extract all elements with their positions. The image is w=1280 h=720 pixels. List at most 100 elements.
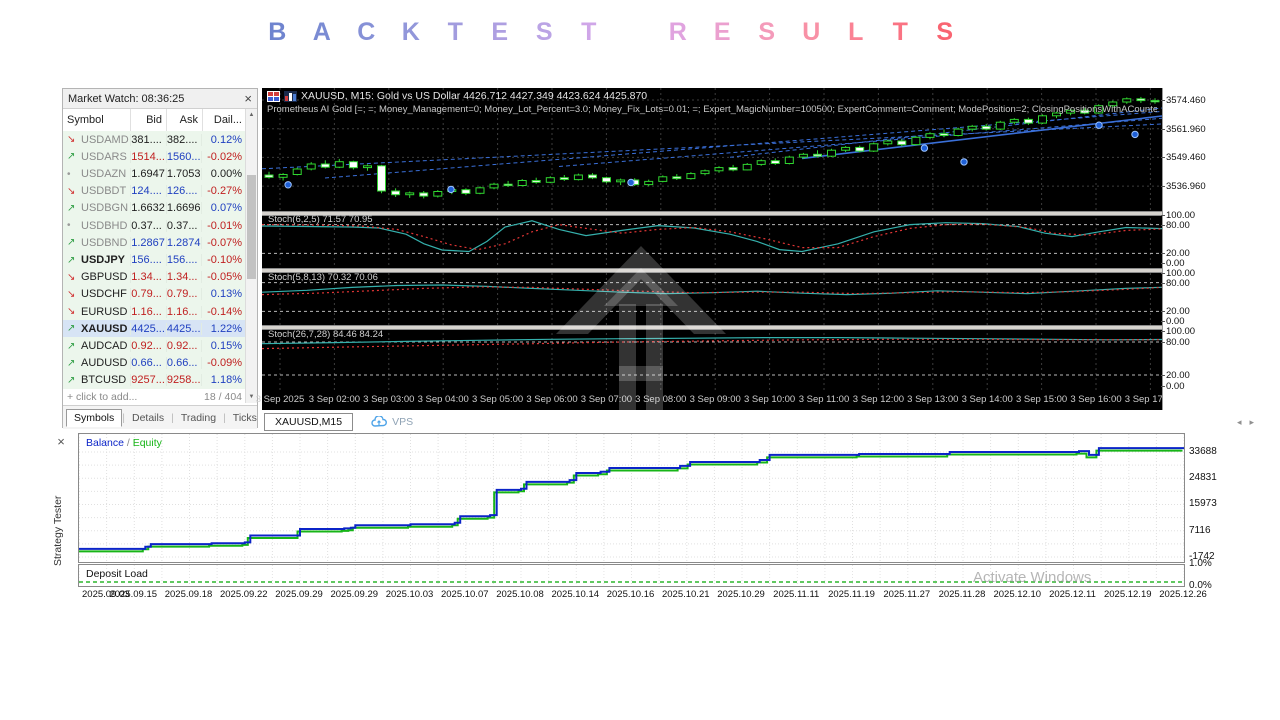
column-ask[interactable]: Ask [167, 109, 203, 131]
ask-cell: 1560... [165, 150, 201, 163]
table-row-usdbdt[interactable]: ↘ USDBDT 124.... 126.... -0.27% [63, 182, 246, 200]
title-letter: U [802, 18, 821, 46]
title-letter: T [581, 18, 597, 46]
tab-scroll-right-icon: ▸ [1249, 416, 1262, 427]
symbol-name: USDJPY [81, 254, 126, 267]
market-watch-scrollbar[interactable]: ▲ ▼ [245, 109, 257, 403]
bid-cell: 0.37... [130, 219, 166, 232]
title-letter: R [668, 18, 687, 46]
balance-chart: Balance / Equity [76, 433, 1185, 563]
symbol-name: AUDUSD [81, 357, 128, 370]
symbol-name: USDBHD [81, 219, 128, 232]
table-row-xauusd[interactable]: ↗ XAUUSD 4425... 4425... 1.22% [63, 320, 246, 338]
pane-separator[interactable] [262, 325, 1162, 330]
balance-canvas [76, 434, 1185, 562]
balance-axis-label: 15973 [1189, 498, 1217, 510]
market-watch-panel: Market Watch: 08:36:25 × Symbol Bid Ask … [62, 88, 258, 429]
page-title: BACKTESTRESULTS [255, 18, 967, 50]
bid-cell: 124.... [130, 185, 166, 198]
bid-cell: 0.66... [130, 357, 166, 370]
bid-cell: 9257... [130, 374, 165, 387]
title-letter: S [758, 18, 776, 46]
close-icon[interactable]: × [54, 435, 68, 449]
market-watch-title: Market Watch: 08:36:25 [68, 92, 185, 105]
mt5-backtest-screen: BACKTESTRESULTS Market Watch: 08:36:25 ×… [0, 0, 1280, 720]
vps-button[interactable]: VPS [371, 416, 413, 428]
date-axis: 2025.09.03 2025.09.15 2025.09.18 2025.09.22… [78, 589, 1238, 602]
ask-cell: 126.... [165, 185, 202, 198]
table-row-gbpusd[interactable]: ↘ GBPUSD 1.34... 1.34... -0.05% [63, 268, 246, 286]
time-axis[interactable]: 3 Sep 2025 3 Sep 02:00 3 Sep 03:00 3 Sep 04… [256, 390, 1176, 410]
table-row-usdars[interactable]: ↗ USDARS 1514... 1560... -0.02% [63, 148, 246, 166]
table-row-btcusd[interactable]: ↗ BTCUSD 9257... 9258... 1.18% [63, 371, 246, 390]
daily-change-cell: 0.07% [201, 202, 246, 215]
symbol-name: USDARS [81, 150, 127, 163]
deposit-load-label: Deposit Load [86, 568, 148, 580]
price-tick-label: 80.00 [1161, 277, 1190, 289]
click-to-add[interactable]: + click to add... [67, 391, 137, 403]
tab-ticks[interactable]: Ticks [226, 410, 264, 426]
ask-cell: 0.37... [165, 219, 202, 232]
flat-arrow-icon: • [67, 168, 71, 180]
price-tick-label: 3536.960 [1161, 181, 1206, 193]
table-row-usdazn[interactable]: • USDAZN 1.6947 1.7053 0.00% [63, 165, 246, 183]
table-row-usdbgn[interactable]: ↗ USDBGN 1.6632 1.6696 0.07% [63, 199, 246, 218]
scrollbar-thumb[interactable] [247, 175, 256, 279]
price-tick-label: 20.00 [1161, 370, 1190, 381]
chart-title-bar: XAUUSD, M15: Gold vs US Dollar 4426.712 … [267, 90, 647, 102]
symbol-name: USDBGN [81, 202, 129, 215]
pane-separator[interactable] [262, 211, 1162, 216]
column-daily[interactable]: Dail... [203, 109, 246, 131]
tab-symbols[interactable]: Symbols [66, 408, 123, 427]
strategy-tester-tab-strip: × Strategy Tester [52, 433, 71, 605]
title-letter: S [535, 18, 553, 46]
strategy-tester-vertical-tab[interactable]: Strategy Tester [52, 457, 71, 605]
price-tick-label: 3549.460 [1161, 152, 1206, 164]
tab-xauusd-m15[interactable]: XAUUSD,M15 [264, 413, 354, 431]
daily-change-cell: -0.10% [201, 254, 246, 267]
balance-legend: Balance / Equity [86, 437, 162, 449]
tab-trading[interactable]: Trading [174, 410, 223, 426]
table-row-usdjpy[interactable]: ↗ USDJPY 156.... 156.... -0.10% [63, 251, 246, 269]
market-watch-header: Market Watch: 08:36:25 × [63, 89, 257, 109]
bid-cell: 0.79... [130, 288, 166, 301]
title-letter: E [713, 18, 731, 46]
pane-separator[interactable] [262, 268, 1162, 273]
cloud-icon [371, 416, 388, 427]
chart-canvas [262, 88, 1162, 390]
bid-cell: 4425... [130, 322, 165, 335]
tab-scroll-arrows[interactable]: ◂▸ [1237, 417, 1262, 428]
down-arrow-icon: ↘ [67, 185, 76, 197]
daily-change-cell: 0.12% [201, 133, 246, 146]
table-row-usdamd[interactable]: ↘ USDAMD 381.... 382.... 0.12% [63, 131, 246, 149]
tab-details[interactable]: Details [125, 410, 171, 426]
ask-cell: 0.66... [165, 357, 202, 370]
chart-window[interactable]: XAUUSD, M15: Gold vs US Dollar 4426.712 … [256, 88, 1176, 410]
title-letter: E [491, 18, 509, 46]
column-bid[interactable]: Bid [131, 109, 167, 131]
market-watch-tabs: Symbols | Details | Trading | Ticks [63, 405, 257, 429]
scroll-up-icon[interactable]: ▲ [246, 109, 257, 121]
table-row-eurusd[interactable]: ↘ EURUSD 1.16... 1.16... -0.14% [63, 303, 246, 321]
ask-cell: 4425... [165, 322, 201, 335]
table-row-audcad[interactable]: ↗ AUDCAD 0.92... 0.92... 0.15% [63, 337, 246, 355]
column-symbol[interactable]: Symbol [63, 109, 131, 131]
table-row-audusd[interactable]: ↗ AUDUSD 0.66... 0.66... -0.09% [63, 354, 246, 372]
symbol-name: USDBDT [81, 185, 127, 198]
chart-icon [284, 90, 297, 102]
title-letter: A [312, 18, 331, 46]
symbol-name: EURUSD [81, 305, 128, 318]
ask-cell: 1.2874 [165, 236, 201, 249]
title-letter: C [357, 18, 376, 46]
table-row-usdbnd[interactable]: ↗ USDBND 1.2867 1.2874 -0.07% [63, 234, 246, 252]
vps-label: VPS [392, 416, 414, 428]
close-icon[interactable]: × [244, 92, 252, 105]
down-arrow-icon: ↘ [67, 134, 76, 146]
table-row-usdchf[interactable]: ↘ USDCHF 0.79... 0.79... 0.13% [63, 285, 246, 304]
table-row-usdbhd[interactable]: • USDBHD 0.37... 0.37... -0.01% [63, 217, 246, 235]
bid-cell: 1.16... [130, 305, 166, 318]
ea-params-line: Prometheus AI Gold [=; =; Money_Manageme… [267, 104, 1157, 115]
symbol-name: GBPUSD [81, 271, 128, 284]
equity-label: Equity [132, 437, 162, 449]
symbol-name: BTCUSD [81, 374, 127, 387]
